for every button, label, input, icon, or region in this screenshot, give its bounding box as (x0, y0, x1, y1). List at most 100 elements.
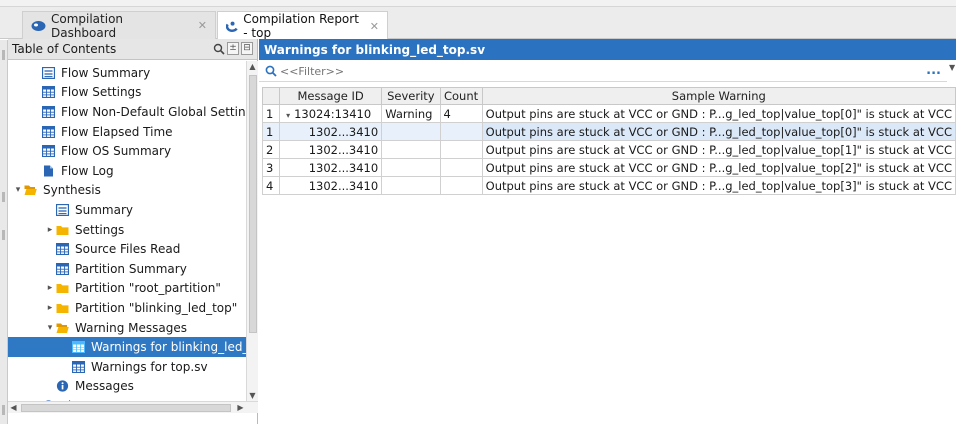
row-number: 4 (261, 176, 281, 195)
column-header-severity[interactable]: Severity (381, 87, 441, 105)
message-id: 13024:13410 (294, 106, 372, 121)
chevron-right-icon[interactable]: ▸ (44, 225, 56, 235)
filter-input[interactable] (280, 64, 840, 78)
toc-item[interactable]: Source Files Read (8, 239, 246, 259)
table-row[interactable]: 4 1302...3410 Output pins are stuck at VCC… (261, 176, 956, 195)
table-row[interactable]: 1 ▾ 13024:13410 Warning 4 Output pins are stu… (261, 104, 956, 123)
tab-compilation-dashboard[interactable]: Compilation Dashboard ✕ (22, 11, 216, 40)
collapse-all-icon[interactable]: ⊟ (241, 42, 253, 55)
toc-item-label: Warnings for blinking_led_t (91, 340, 246, 355)
dashboard-icon (31, 21, 46, 31)
table-icon (56, 243, 69, 256)
chevron-right-icon[interactable]: ▸ (44, 283, 56, 293)
tab-label: Compilation Report - top (243, 12, 359, 40)
toc-item-label: Summary (75, 202, 133, 217)
toc-item-label: Source Files Read (75, 242, 181, 257)
count-cell: 4 (439, 104, 483, 123)
summary-icon (42, 66, 55, 79)
sample-warning-cell: Output pins are stuck at VCC or GND : P.… (481, 104, 956, 123)
scrollbar-thumb[interactable] (249, 75, 257, 333)
folder-open-icon (24, 185, 37, 196)
report-icon (226, 21, 238, 32)
table-icon (42, 105, 55, 118)
table-row[interactable]: 2 1302...3410 Output pins are stuck at VCC… (261, 140, 956, 159)
toc-item[interactable]: ▾ Warning Messages (8, 318, 246, 338)
toc-item[interactable]: Flow Elapsed Time (8, 122, 246, 142)
sample-warning-cell: Output pins are stuck at VCC or GND : P.… (481, 140, 956, 159)
toc-item[interactable]: Flow OS Summary (8, 141, 246, 161)
toc-item-label: Partition "blinking_led_top" (75, 300, 238, 315)
toc-tools: ± ⊟ (213, 42, 253, 55)
close-icon[interactable]: ✕ (198, 19, 207, 32)
toc-vertical-scrollbar[interactable]: ▲ ▼ (246, 61, 258, 401)
message-id-cell: 1302...3410 (279, 140, 383, 159)
sample-warning-cell: Output pins are stuck at VCC or GND : P.… (481, 176, 956, 195)
table-icon (56, 262, 69, 275)
table-icon (42, 125, 55, 138)
report-title: Warnings for blinking_led_top.sv (259, 39, 956, 60)
scroll-left-icon[interactable]: ◀ (8, 402, 19, 413)
chevron-down-icon[interactable]: ▾ (12, 185, 24, 195)
toc-item[interactable]: Partition Summary (8, 259, 246, 279)
column-header-count[interactable]: Count (439, 87, 483, 105)
toc-item-label: Flow OS Summary (61, 144, 172, 159)
tab-bar: Compilation Dashboard ✕ Compilation Repo… (0, 7, 956, 40)
row-number: 2 (261, 140, 281, 159)
info-icon (56, 380, 69, 392)
toc-item-label: Flow Non-Default Global Settings (61, 104, 246, 119)
more-options-button[interactable]: ... (926, 63, 941, 78)
toc-item[interactable]: Warnings for top.sv (8, 357, 246, 377)
toc-item[interactable]: Flow Non-Default Global Settings (8, 102, 246, 122)
column-header-message-id[interactable]: Message ID (279, 87, 383, 105)
folder-icon (56, 303, 69, 313)
toc-item[interactable]: Flow Summary (8, 63, 246, 83)
column-header-row-number (261, 87, 281, 105)
close-icon[interactable]: ✕ (370, 20, 379, 33)
toc-item-label: Warning Messages (75, 320, 187, 335)
search-icon (265, 65, 277, 77)
sample-warning-cell: Output pins are stuck at VCC or GND : P.… (481, 158, 956, 177)
chevron-right-icon[interactable]: ▸ (44, 303, 56, 313)
tab-compilation-report[interactable]: Compilation Report - top ✕ (217, 11, 388, 40)
scroll-down-icon[interactable]: ▼ (247, 390, 258, 401)
column-header-sample-warning[interactable]: Sample Warning (481, 87, 956, 105)
table-icon (72, 360, 85, 373)
toc-item-label: Synthesis (43, 183, 101, 198)
severity-cell (381, 122, 441, 141)
table-row[interactable]: 3 1302...3410 Output pins are stuck at VCC… (261, 158, 956, 177)
toc-horizontal-scrollbar[interactable]: ◀ ▶ (8, 401, 258, 413)
chevron-down-icon[interactable]: ▾ (44, 323, 56, 333)
toc-item[interactable]: ▸ Partition "root_partition" (8, 279, 246, 299)
toc-item-label: Partition "root_partition" (75, 281, 221, 296)
expand-all-icon[interactable]: ± (227, 42, 239, 55)
row-number: 1 (261, 104, 281, 123)
dock-handle[interactable] (2, 230, 5, 240)
count-cell (439, 122, 483, 141)
search-icon[interactable] (213, 43, 225, 55)
toc-item[interactable]: ▸ Partition "blinking_led_top" (8, 298, 246, 318)
top-strip (0, 0, 956, 7)
dock-handle[interactable] (2, 50, 5, 60)
row-number: 3 (261, 158, 281, 177)
toc-item[interactable]: Flow Log (8, 161, 246, 181)
toc-item[interactable]: Messages (8, 377, 246, 397)
table-row[interactable]: 1 1302...3410 Output pins are stuck at VCC… (261, 122, 956, 141)
toc-item-label: Flow Log (61, 163, 114, 178)
scroll-right-icon[interactable]: ▶ (235, 402, 246, 413)
toc-item-label: Settings (75, 222, 125, 237)
toc-item[interactable]: Warnings for blinking_led_t (8, 337, 246, 357)
chevron-down-icon[interactable]: ▼ (949, 63, 956, 72)
dock-handle[interactable] (2, 192, 5, 202)
chevron-down-icon[interactable]: ▾ (286, 111, 290, 120)
scrollbar-thumb[interactable] (21, 404, 231, 412)
left-dock-edge (0, 40, 8, 424)
scroll-up-icon[interactable]: ▲ (247, 61, 258, 72)
severity-cell (381, 140, 441, 159)
dock-handle[interactable] (2, 405, 5, 415)
toc-item[interactable]: Summary (8, 200, 246, 220)
report-panel: Warnings for blinking_led_top.sv ... ▼ M… (259, 39, 956, 424)
toc-item[interactable]: ▾ Synthesis (8, 181, 246, 201)
toc-tree: Flow Summary Flow Settings Flow Non-Defaul… (8, 61, 246, 401)
toc-item[interactable]: Flow Settings (8, 83, 246, 103)
toc-item[interactable]: ▸ Settings (8, 220, 246, 240)
